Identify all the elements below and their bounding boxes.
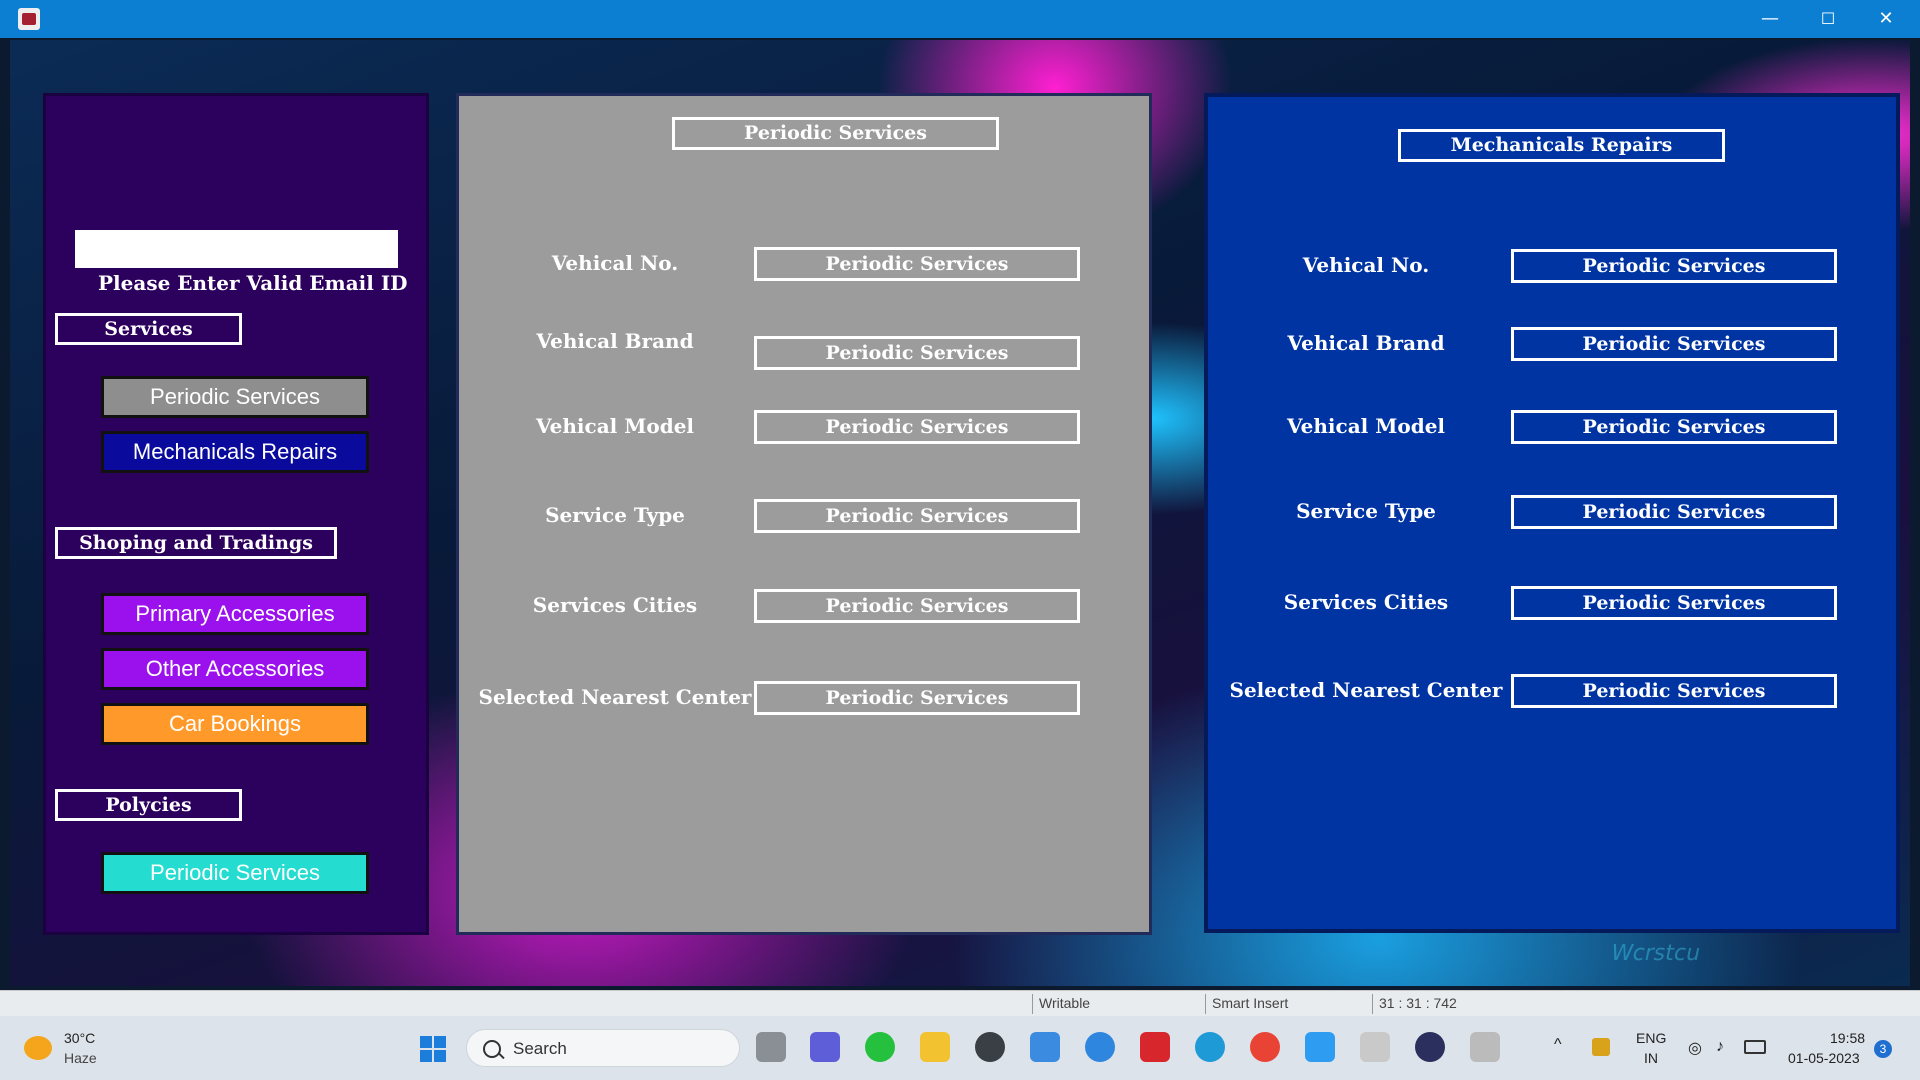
notification-badge[interactable]: 3 [1874, 1040, 1892, 1058]
active-app-icon[interactable] [1470, 1032, 1500, 1062]
weather-desc[interactable]: Haze [64, 1050, 97, 1066]
language-code[interactable]: ENG [1636, 1030, 1666, 1046]
status-mode: Writable [1039, 995, 1091, 1011]
mid-field-service-cities[interactable]: Periodic Services [754, 589, 1080, 623]
mechanical-panel-title: Mechanicals Repairs [1398, 129, 1725, 162]
status-bar: Writable Smart Insert 31 : 31 : 742 [0, 990, 1920, 1017]
mechanical-repairs-button[interactable]: Mechanicals Repairs [101, 431, 369, 473]
help-icon[interactable] [1085, 1032, 1115, 1062]
email-input[interactable] [75, 230, 398, 268]
right-label-service-type: Service Type [1296, 499, 1436, 523]
right-label-service-cities: Services Cities [1283, 590, 1449, 614]
whatsapp-icon[interactable] [865, 1032, 895, 1062]
car-bookings-button[interactable]: Car Bookings [101, 703, 369, 745]
mid-field-service-type[interactable]: Periodic Services [754, 499, 1080, 533]
file-explorer-icon[interactable] [920, 1032, 950, 1062]
teams-icon[interactable] [810, 1032, 840, 1062]
periodic-services-button[interactable]: Periodic Services [101, 376, 369, 418]
right-label-vehicle-no: Vehical No. [1302, 253, 1430, 277]
right-field-service-cities[interactable]: Periodic Services [1511, 586, 1837, 620]
email-hint-label: Please Enter Valid Email ID [98, 271, 408, 295]
mid-label-vehicle-model: Vehical Model [535, 414, 695, 438]
language-region[interactable]: IN [1644, 1050, 1658, 1066]
search-icon [483, 1040, 501, 1058]
chrome-icon[interactable] [1250, 1032, 1280, 1062]
store-icon[interactable] [1030, 1032, 1060, 1062]
shopping-header: Shoping and Tradings [55, 527, 337, 559]
tray-app-icon[interactable] [1592, 1038, 1610, 1056]
right-label-vehicle-model: Vehical Model [1286, 414, 1446, 438]
other-accessories-button[interactable]: Other Accessories [101, 648, 369, 690]
right-field-nearest-center[interactable]: Periodic Services [1511, 674, 1837, 708]
mid-label-service-cities: Services Cities [532, 593, 698, 617]
background-watermark: Wcrstcu [1608, 941, 1703, 966]
right-field-vehicle-no[interactable]: Periodic Services [1511, 249, 1837, 283]
app-circle-icon[interactable] [975, 1032, 1005, 1062]
clock-date[interactable]: 01-05-2023 [1788, 1050, 1860, 1066]
minimize-button[interactable]: — [1740, 0, 1800, 38]
task-view-icon[interactable] [756, 1032, 786, 1062]
mid-label-vehicle-brand: Vehical Brand [536, 329, 694, 353]
volume-icon[interactable]: ♪ [1716, 1038, 1724, 1056]
photos-icon[interactable] [1305, 1032, 1335, 1062]
eclipse-icon[interactable] [1415, 1032, 1445, 1062]
policies-header: Polycies [55, 789, 242, 821]
battery-icon[interactable] [1744, 1040, 1766, 1054]
right-field-service-type[interactable]: Periodic Services [1511, 495, 1837, 529]
chevron-up-icon[interactable]: ^ [1554, 1036, 1562, 1054]
mid-field-vehicle-no[interactable]: Periodic Services [754, 247, 1080, 281]
maximize-button[interactable]: ☐ [1798, 0, 1858, 38]
taskbar-search[interactable]: Search [466, 1029, 740, 1067]
right-field-vehicle-model[interactable]: Periodic Services [1511, 410, 1837, 444]
weather-icon[interactable] [24, 1036, 52, 1060]
primary-accessories-button[interactable]: Primary Accessories [101, 593, 369, 635]
mid-label-service-type: Service Type [545, 503, 685, 527]
edge-icon[interactable] [1195, 1032, 1225, 1062]
app-icon [18, 8, 40, 30]
close-button[interactable]: ✕ [1856, 0, 1916, 38]
network-icon[interactable]: ◎ [1688, 1038, 1702, 1058]
taskbar-search-label: Search [513, 1039, 567, 1058]
status-insert: Smart Insert [1212, 995, 1289, 1011]
status-separator [1205, 994, 1206, 1014]
periodic-panel-title: Periodic Services [672, 117, 999, 150]
start-icon[interactable] [420, 1036, 446, 1062]
clock-time[interactable]: 19:58 [1830, 1030, 1865, 1046]
mcafee-icon[interactable] [1140, 1032, 1170, 1062]
right-label-vehicle-brand: Vehical Brand [1287, 331, 1445, 355]
status-position: 31 : 31 : 742 [1379, 995, 1457, 1011]
mid-field-vehicle-model[interactable]: Periodic Services [754, 410, 1080, 444]
status-separator [1032, 994, 1033, 1014]
services-header: Services [55, 313, 242, 345]
mid-label-vehicle-no: Vehical No. [551, 251, 679, 275]
mid-field-nearest-center[interactable]: Periodic Services [754, 681, 1080, 715]
policies-periodic-button[interactable]: Periodic Services [101, 852, 369, 894]
right-field-vehicle-brand[interactable]: Periodic Services [1511, 327, 1837, 361]
title-bar: — ☐ ✕ [0, 0, 1920, 38]
mid-field-vehicle-brand[interactable]: Periodic Services [754, 336, 1080, 370]
mid-label-nearest-center: Selected Nearest Center [478, 685, 752, 709]
right-label-nearest-center: Selected Nearest Center [1229, 678, 1503, 702]
status-separator [1372, 994, 1373, 1014]
weather-temp[interactable]: 30°C [64, 1030, 95, 1046]
taskbar: 30°C Haze Search ^ ENG IN ◎ ♪ 19:58 01-0… [0, 1016, 1920, 1080]
java-app-icon[interactable] [1360, 1032, 1390, 1062]
